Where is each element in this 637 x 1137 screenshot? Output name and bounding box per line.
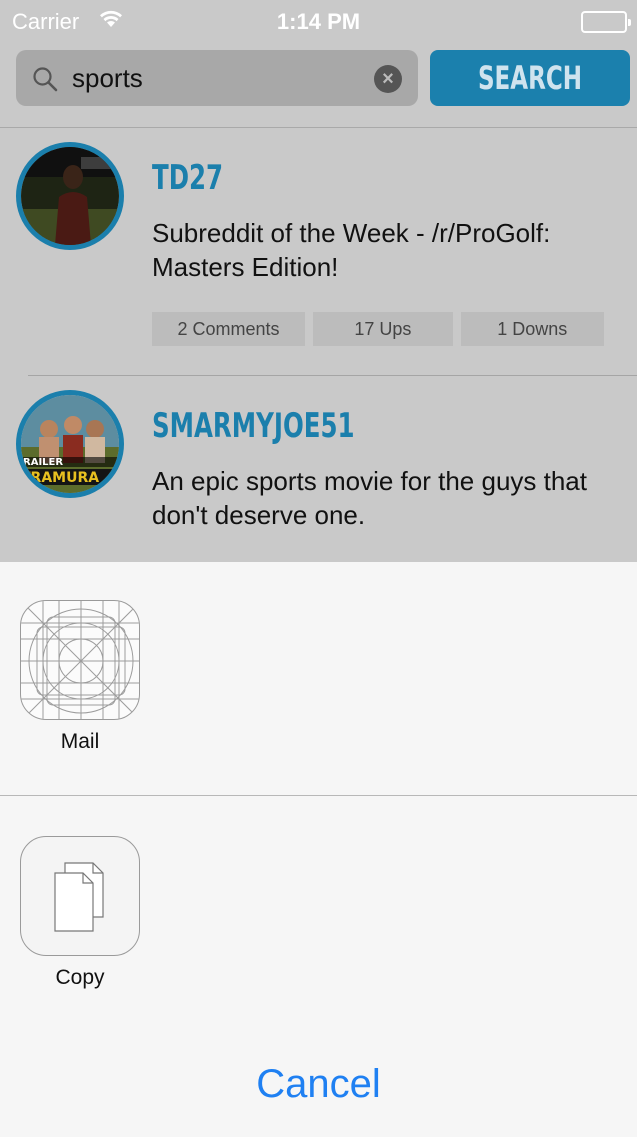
- search-field[interactable]: ×: [16, 50, 418, 106]
- status-time: 1:14 PM: [276, 9, 361, 34]
- avatar[interactable]: RAILER TRAMURA: [16, 390, 124, 498]
- status-bar: Carrier 1:14 PM: [0, 0, 637, 44]
- mail-icon[interactable]: [20, 600, 140, 720]
- avatar-text-tramura: TRAMURA: [21, 470, 99, 486]
- post-title[interactable]: Subreddit of the Week - /r/ProGolf: Mast…: [152, 216, 622, 284]
- cancel-button[interactable]: Cancel: [0, 1048, 637, 1120]
- copy-icon[interactable]: [20, 836, 140, 956]
- post-item[interactable]: TD27 Subreddit of the Week - /r/ProGolf:…: [0, 128, 637, 376]
- mail-label: Mail: [60, 730, 100, 753]
- search-icon: [32, 66, 58, 97]
- search-bar: × SEARCH: [0, 44, 637, 128]
- post-stats: 2 Comments 17 Ups 1 Downs: [152, 312, 612, 348]
- clear-search-icon[interactable]: ×: [374, 65, 402, 93]
- post-username[interactable]: TD27: [152, 158, 223, 198]
- share-row-apps: Mail: [0, 562, 637, 796]
- search-input[interactable]: [72, 58, 372, 98]
- comments-count[interactable]: 2 Comments: [152, 312, 306, 346]
- copy-label: Copy: [55, 966, 105, 989]
- post-username[interactable]: SMARMYJOE51: [152, 406, 355, 446]
- post-title[interactable]: An epic sports movie for the guys that d…: [152, 464, 622, 532]
- avatar[interactable]: [16, 142, 124, 250]
- ups-count[interactable]: 17 Ups: [313, 312, 453, 346]
- post-feed: TD27 Subreddit of the Week - /r/ProGolf:…: [0, 128, 637, 624]
- share-sheet: Mail Copy Cancel: [0, 562, 637, 1137]
- downs-count[interactable]: 1 Downs: [460, 312, 604, 346]
- share-row-actions: Copy: [0, 796, 637, 1030]
- search-button[interactable]: SEARCH: [430, 50, 630, 106]
- battery-icon: [581, 11, 631, 33]
- search-button-label: SEARCH: [477, 59, 583, 97]
- mail-share-option[interactable]: Mail: [20, 600, 140, 754]
- avatar-text-railer: RAILER: [23, 457, 63, 468]
- copy-share-option[interactable]: Copy: [20, 836, 140, 990]
